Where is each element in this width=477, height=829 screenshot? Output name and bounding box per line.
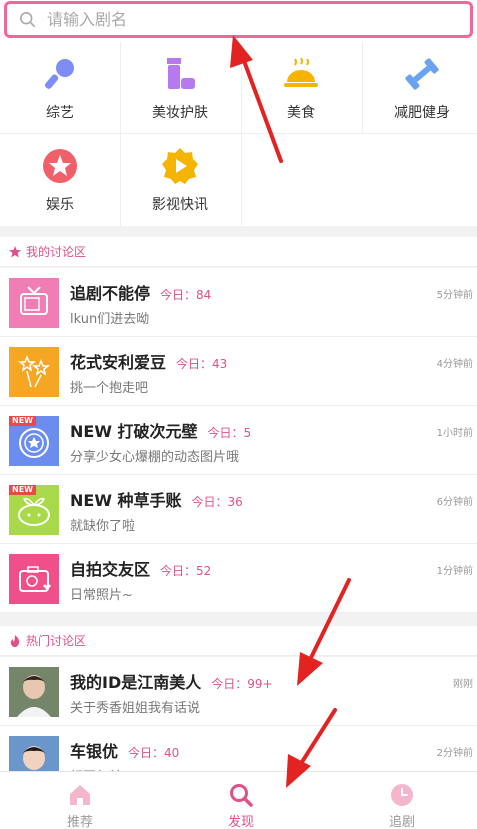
row-time: 4分钟前 — [436, 359, 473, 370]
category-label: 美妆护肤 — [152, 105, 208, 121]
tab-recommend[interactable]: 推荐 — [20, 772, 140, 829]
play-badge-icon — [162, 148, 198, 184]
row-time: 1小时前 — [436, 428, 473, 439]
category-beauty[interactable]: 美妆护肤 — [120, 42, 240, 133]
row-time: 5分钟前 — [436, 290, 473, 301]
section-title: 热门讨论区 — [26, 634, 87, 648]
avatar-photo — [9, 667, 59, 717]
category-label: 减肥健身 — [394, 105, 450, 121]
row-desc: 就缺你了啦 — [70, 519, 136, 534]
bottom-nav: 推荐 发现 追剧 — [0, 771, 477, 829]
cosmetics-icon — [167, 58, 195, 89]
dumbbell-icon — [405, 58, 439, 90]
star-badge-icon — [43, 149, 77, 183]
microphone-icon — [45, 59, 74, 89]
fireworks-thumbnail — [9, 347, 59, 397]
tab-label: 推荐 — [66, 815, 93, 829]
row-title: NEW 打破次元壁 今日：5 — [70, 422, 252, 441]
new-badge: NEW — [9, 416, 36, 426]
list-item[interactable]: NEW NEW 打破次元壁 今日：5 分享少女心爆棚的动态图片哦 1小时前 — [0, 406, 477, 475]
flame-icon — [10, 634, 20, 647]
category-entertainment[interactable]: 娱乐 — [0, 134, 120, 225]
row-title: NEW 种草手账 今日：36 — [70, 491, 243, 510]
row-desc: 挑一个抱走吧 — [70, 381, 149, 396]
row-time: 6分钟前 — [436, 497, 473, 508]
search-bar — [0, 0, 477, 42]
tab-label: 追剧 — [388, 815, 415, 829]
category-label: 娱乐 — [46, 197, 74, 213]
row-title: 车银优 今日：40 — [70, 742, 180, 761]
camera-icon — [19, 566, 51, 592]
category-grid: 综艺 美妆护肤 美食 减肥健身 娱乐 影视快讯 — [0, 42, 477, 226]
home-icon — [70, 785, 90, 805]
food-cloche-icon — [284, 57, 318, 87]
tab-follow[interactable]: 追剧 — [342, 772, 462, 829]
category-fitness[interactable]: 减肥健身 — [362, 42, 477, 133]
row-time: 2分钟前 — [436, 748, 473, 759]
category-label: 美食 — [287, 105, 315, 121]
row-time: 1分钟前 — [436, 566, 473, 577]
search-icon — [19, 11, 36, 27]
search-box[interactable] — [4, 1, 473, 38]
row-title: 追剧不能停 今日：84 — [70, 284, 212, 303]
row-title: 花式安利爱豆 今日：43 — [70, 353, 228, 372]
category-food[interactable]: 美食 — [241, 42, 361, 133]
list-item[interactable]: 自拍交友区 今日：52 日常照片~ 1分钟前 — [0, 544, 477, 613]
list-item[interactable]: 花式安利爱豆 今日：43 挑一个抱走吧 4分钟前 — [0, 337, 477, 406]
row-desc: 分享少女心爆棚的动态图片哦 — [70, 450, 240, 465]
row-title: 自拍交友区 今日：52 — [70, 560, 212, 579]
row-desc: lkun们进去呦 — [70, 312, 150, 327]
avatar — [9, 667, 59, 717]
search-input[interactable] — [47, 10, 427, 29]
tv-thumbnail — [9, 278, 59, 328]
tv-icon — [20, 286, 48, 315]
row-title: 我的ID是江南美人 今日：99+ — [70, 673, 273, 692]
category-label: 综艺 — [46, 105, 74, 121]
section-title: 我的讨论区 — [26, 245, 87, 259]
category-variety[interactable]: 综艺 — [0, 42, 120, 133]
list-item[interactable]: NEW NEW 种草手账 今日：36 就缺你了啦 6分钟前 — [0, 475, 477, 544]
tab-label: 发现 — [227, 815, 254, 829]
tab-discover[interactable]: 发现 — [181, 772, 301, 829]
list-item[interactable]: 我的ID是江南美人 今日：99+ 关于秀香姐姐我有话说 刚刚 — [0, 657, 477, 726]
sprout-thumbnail: NEW — [9, 485, 59, 535]
list-item[interactable]: 追剧不能停 今日：84 lkun们进去呦 5分钟前 — [0, 268, 477, 337]
category-film-news[interactable]: 影视快讯 — [120, 134, 240, 225]
row-desc: 日常照片~ — [70, 588, 133, 603]
row-time: 刚刚 — [453, 679, 473, 690]
category-label: 影视快讯 — [152, 197, 208, 213]
clock-icon — [391, 784, 413, 806]
my-discussion-header: 我的讨论区 — [0, 237, 477, 267]
portal-thumbnail: NEW — [9, 416, 59, 466]
fireworks-icon — [17, 354, 51, 388]
hot-discussion-header: 热门讨论区 — [0, 626, 477, 656]
star-icon — [9, 245, 21, 257]
row-desc: 关于秀香姐姐我有话说 — [70, 701, 201, 716]
camera-thumbnail — [9, 554, 59, 604]
search-icon — [230, 784, 253, 807]
new-badge: NEW — [9, 485, 36, 495]
